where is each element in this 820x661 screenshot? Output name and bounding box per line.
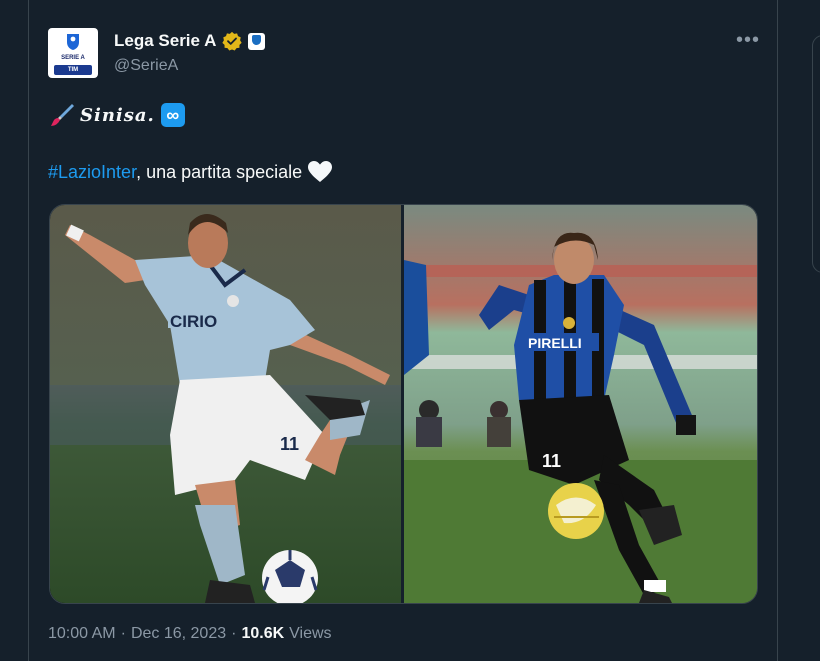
infinity-emoji-icon: ∞ <box>160 103 185 127</box>
lazio-shorts-number: 11 <box>280 434 299 454</box>
more-options-icon[interactable]: ••• <box>736 30 760 50</box>
tweet-text-content: #LazioInter, una partita speciale <box>48 162 302 183</box>
footer-separator-2: · <box>231 625 237 642</box>
inter-photo-image: PIRELLI 11 <box>404 205 757 603</box>
lazio-photo-image: CIRIO 11 <box>50 205 401 603</box>
white-heart-emoji-icon <box>308 161 333 182</box>
name-row: Lega Serie A <box>114 31 266 51</box>
tweet-media[interactable]: CIRIO 11 PIRELLI 11 <box>49 204 758 604</box>
inter-sponsor-label: PIRELLI <box>528 335 582 351</box>
paintbrush-emoji-icon <box>51 104 74 126</box>
footer-separator: · <box>120 625 126 642</box>
serie-a-logo-icon <box>67 34 79 50</box>
column-border-left <box>28 0 29 661</box>
affiliate-logo-shape <box>252 34 262 45</box>
column-border-right <box>777 0 778 661</box>
photo-lazio[interactable]: CIRIO 11 <box>50 205 401 603</box>
tweet-date[interactable]: Dec 16, 2023 <box>131 625 226 643</box>
tweet-time[interactable]: 10:00 AM <box>48 625 116 643</box>
tweet-text-line-2: #LazioInter, una partita speciale <box>48 161 333 183</box>
views-count[interactable]: 10.6K <box>241 625 284 643</box>
verified-badge-icon[interactable] <box>222 31 242 51</box>
tweet-text-line-1: Sinisa. ∞ <box>48 102 185 128</box>
tweet: SERIE A TIM Lega Serie A @SerieA ••• Sin… <box>48 28 760 642</box>
views-label: Views <box>289 625 332 642</box>
avatar-sponsor-text: TIM <box>54 65 92 75</box>
tweet-name-text: Sinisa. <box>80 104 155 126</box>
affiliate-badge-icon[interactable] <box>248 32 266 50</box>
tweet-text-rest: , una partita speciale <box>136 161 303 182</box>
user-handle[interactable]: @SerieA <box>114 57 178 75</box>
tweet-header: SERIE A TIM Lega Serie A @SerieA ••• <box>48 28 760 80</box>
photo-inter[interactable]: PIRELLI 11 <box>404 205 757 603</box>
lazio-sponsor-label: CIRIO <box>170 312 217 331</box>
tweet-footer: 10:00 AM · Dec 16, 2023 · 10.6K Views <box>48 625 332 643</box>
inter-shorts-number: 11 <box>542 451 561 471</box>
sidebar-panel <box>812 35 820 273</box>
avatar[interactable]: SERIE A TIM <box>48 28 98 78</box>
display-name[interactable]: Lega Serie A <box>114 31 216 51</box>
avatar-logo-text: SERIE A <box>61 55 85 61</box>
hashtag-link[interactable]: #LazioInter <box>48 162 136 182</box>
